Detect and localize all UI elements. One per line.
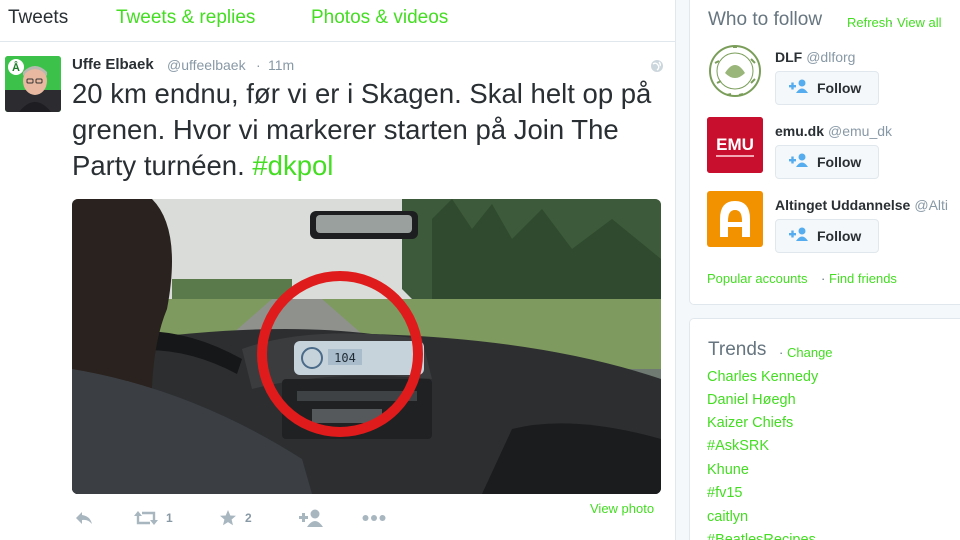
view-photo-link[interactable]: View photo (590, 501, 654, 516)
author-avatar[interactable]: Å (5, 56, 61, 112)
follow-label: Follow (817, 228, 862, 244)
suggestion-name[interactable]: DLF @dlforg (775, 49, 855, 65)
author-name[interactable]: Uffe Elbaek (72, 56, 154, 73)
suggestion-handle: @emu_dk (828, 123, 893, 139)
favorite-button[interactable]: 2 (219, 508, 252, 528)
suggestion-name[interactable]: emu.dk @emu_dk (775, 123, 892, 139)
follow-person-icon (789, 153, 809, 172)
suggestion-avatar[interactable] (707, 191, 763, 247)
trend-item[interactable]: Charles Kennedy (707, 369, 818, 385)
tab-tweets-and-replies[interactable]: Tweets & replies (116, 7, 255, 29)
follow-button[interactable]: Follow (775, 145, 879, 179)
tweet-body: 20 km endnu, før vi er i Skagen. Skal he… (72, 78, 652, 181)
tweet-timestamp[interactable]: 11m (268, 57, 294, 73)
tweet: Å Uffe Elbaek @uffeelbaek · 11m 20 km en… (0, 43, 676, 540)
trend-item[interactable]: #AskSRK (707, 438, 769, 454)
reply-icon (74, 510, 94, 526)
follow-button[interactable]: Follow (775, 71, 879, 105)
trend-item[interactable]: Daniel Høegh (707, 392, 796, 408)
suggestion-fullname: Altinget Uddannelse (775, 197, 911, 213)
trend-item[interactable]: #fv15 (707, 485, 742, 501)
tweet-text: 20 km endnu, før vi er i Skagen. Skal he… (72, 76, 662, 184)
trend-item[interactable]: Kaizer Chiefs (707, 415, 793, 431)
follow-person-icon (299, 509, 325, 527)
follow-label: Follow (817, 80, 862, 96)
trend-item[interactable]: Khune (707, 462, 749, 478)
tweet-photo[interactable]: 104 (72, 199, 661, 494)
follow-person-icon (789, 227, 809, 246)
who-to-follow-title: Who to follow (708, 9, 823, 30)
suggestion-handle: @Alti (914, 197, 949, 213)
link-separator: · (889, 15, 894, 30)
svg-text:Å: Å (12, 61, 20, 74)
suggestion-avatar[interactable] (707, 43, 763, 99)
follow-from-tweet-button[interactable] (299, 508, 325, 528)
view-all-link[interactable]: View all (897, 15, 942, 30)
dashboard-speed-readout: 104 (334, 351, 356, 365)
profile-tabs: Tweets Tweets & replies Photos & videos (0, 0, 676, 42)
follow-label: Follow (817, 154, 862, 170)
profile-timeline: Tweets Tweets & replies Photos & videos … (0, 0, 676, 540)
star-icon (219, 509, 237, 527)
author-handle[interactable]: @uffeelbaek (167, 57, 246, 73)
more-button[interactable] (362, 508, 386, 528)
more-dots-icon (362, 514, 386, 522)
change-trends-link[interactable]: Change (787, 345, 833, 360)
retweet-icon (134, 510, 158, 526)
retweet-button[interactable]: 1 (134, 508, 173, 528)
emu-logo-text: EMU (716, 135, 754, 154)
follow-person-icon (789, 79, 809, 98)
retweet-count: 1 (166, 511, 173, 525)
suggestion-avatar[interactable]: EMU (707, 117, 763, 173)
tab-tweets[interactable]: Tweets (8, 7, 68, 29)
link-separator: · (779, 345, 784, 360)
follow-suggestion: EMU emu.dk @emu_dk Follow (707, 117, 960, 179)
trends-title: Trends (708, 339, 767, 360)
trends-module: Trends · Change Charles Kennedy Daniel H… (689, 318, 960, 540)
follow-button[interactable]: Follow (775, 219, 879, 253)
reply-button[interactable] (74, 508, 94, 528)
popular-accounts-link[interactable]: Popular accounts (707, 271, 807, 286)
globe-icon (650, 59, 664, 73)
suggestion-name[interactable]: Altinget Uddannelse @Alti (775, 197, 948, 213)
follow-suggestion: DLF @dlforg Follow (707, 43, 960, 105)
suggestion-fullname: emu.dk (775, 123, 825, 139)
favorite-count: 2 (245, 511, 252, 525)
suggestion-fullname: DLF (775, 49, 803, 65)
link-separator: · (821, 271, 826, 286)
tweet-separator: · (256, 57, 261, 73)
trend-item[interactable]: #BeatlesRecipes (707, 532, 816, 540)
trend-item[interactable]: caitlyn (707, 509, 748, 525)
who-to-follow-module: Who to follow Refresh · View all DLF @dlf… (689, 0, 960, 305)
follow-suggestion: Altinget Uddannelse @Alti Follow (707, 191, 960, 253)
refresh-link[interactable]: Refresh (847, 15, 893, 30)
hashtag-link[interactable]: #dkpol (252, 150, 333, 181)
find-friends-link[interactable]: Find friends (829, 271, 897, 286)
tab-photos-and-videos[interactable]: Photos & videos (311, 7, 448, 29)
suggestion-handle: @dlforg (806, 49, 856, 65)
